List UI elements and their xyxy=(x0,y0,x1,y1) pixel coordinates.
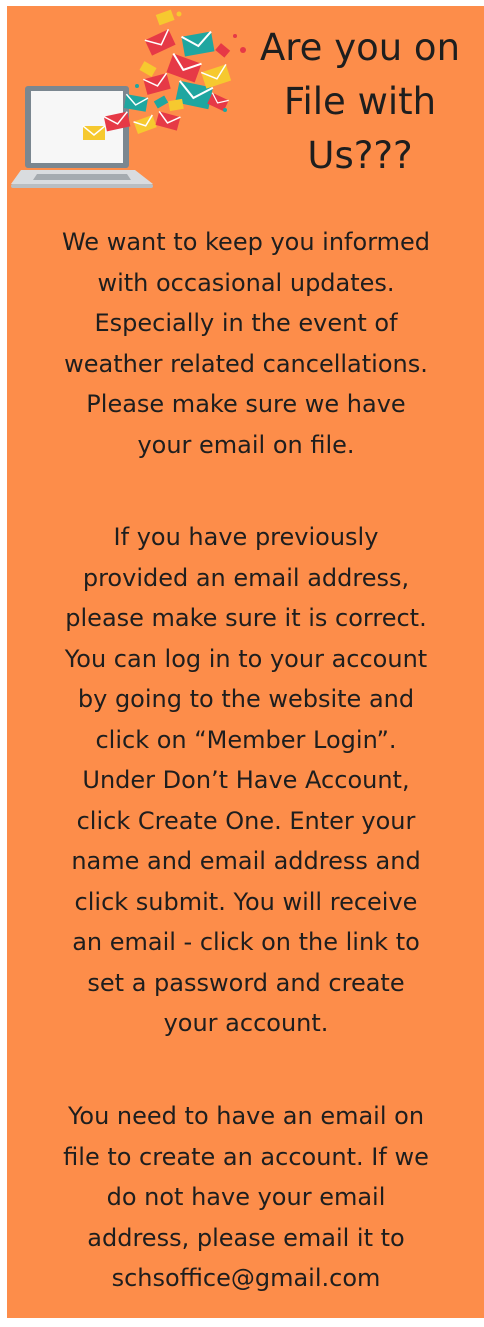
text-line: provided an email address, xyxy=(82,563,410,592)
text-line: click submit. You will receive xyxy=(74,887,418,916)
text-line: address, please email it to xyxy=(87,1223,405,1252)
intro-paragraph: We want to keep you informed with occasi… xyxy=(12,222,480,465)
text-line: file to create an account. If we xyxy=(63,1142,429,1171)
page-title: Are you on File with Us??? xyxy=(247,21,473,183)
text-line: weather related cancellations. xyxy=(64,349,428,378)
text-line: do not have your email xyxy=(106,1183,386,1211)
title-line: Us??? xyxy=(307,134,413,177)
text-line: Especially in the event of xyxy=(94,309,398,337)
text-line: your account. xyxy=(163,1009,329,1037)
text-line: with occasional updates. xyxy=(97,268,395,297)
text-line: Please make sure we have xyxy=(86,390,406,418)
text-line: name and email address and xyxy=(71,847,421,875)
text-line: set a password and create xyxy=(87,968,405,997)
text-line: an email - click on the link to xyxy=(72,928,420,956)
contact-paragraph: You need to have an email on file to cre… xyxy=(12,1096,480,1299)
text-line: by going to the website and xyxy=(77,685,415,713)
text-line: You need to have an email on xyxy=(67,1102,425,1130)
text-line: You can log in to your account xyxy=(64,644,428,673)
text-line: We want to keep you informed xyxy=(61,228,431,256)
text-line: your email on file. xyxy=(137,430,355,459)
text-line: If you have previously xyxy=(113,523,379,551)
text-line: click Create One. Enter your xyxy=(76,806,416,835)
text-line: Under Don’t Have Account, xyxy=(82,766,410,794)
flyer-card: Are you on File with Us??? We want to ke… xyxy=(7,6,484,1318)
laptop-with-flying-envelopes-icon xyxy=(11,9,246,188)
title-line: Are you on xyxy=(259,26,461,69)
title-line: File with xyxy=(283,80,437,123)
instructions-paragraph: If you have previously provided an email… xyxy=(12,517,480,1044)
contact-email: schsoffice@gmail.com xyxy=(111,1264,381,1292)
text-line: click on “Member Login”. xyxy=(95,725,397,754)
text-line: please make sure it is correct. xyxy=(65,604,427,632)
